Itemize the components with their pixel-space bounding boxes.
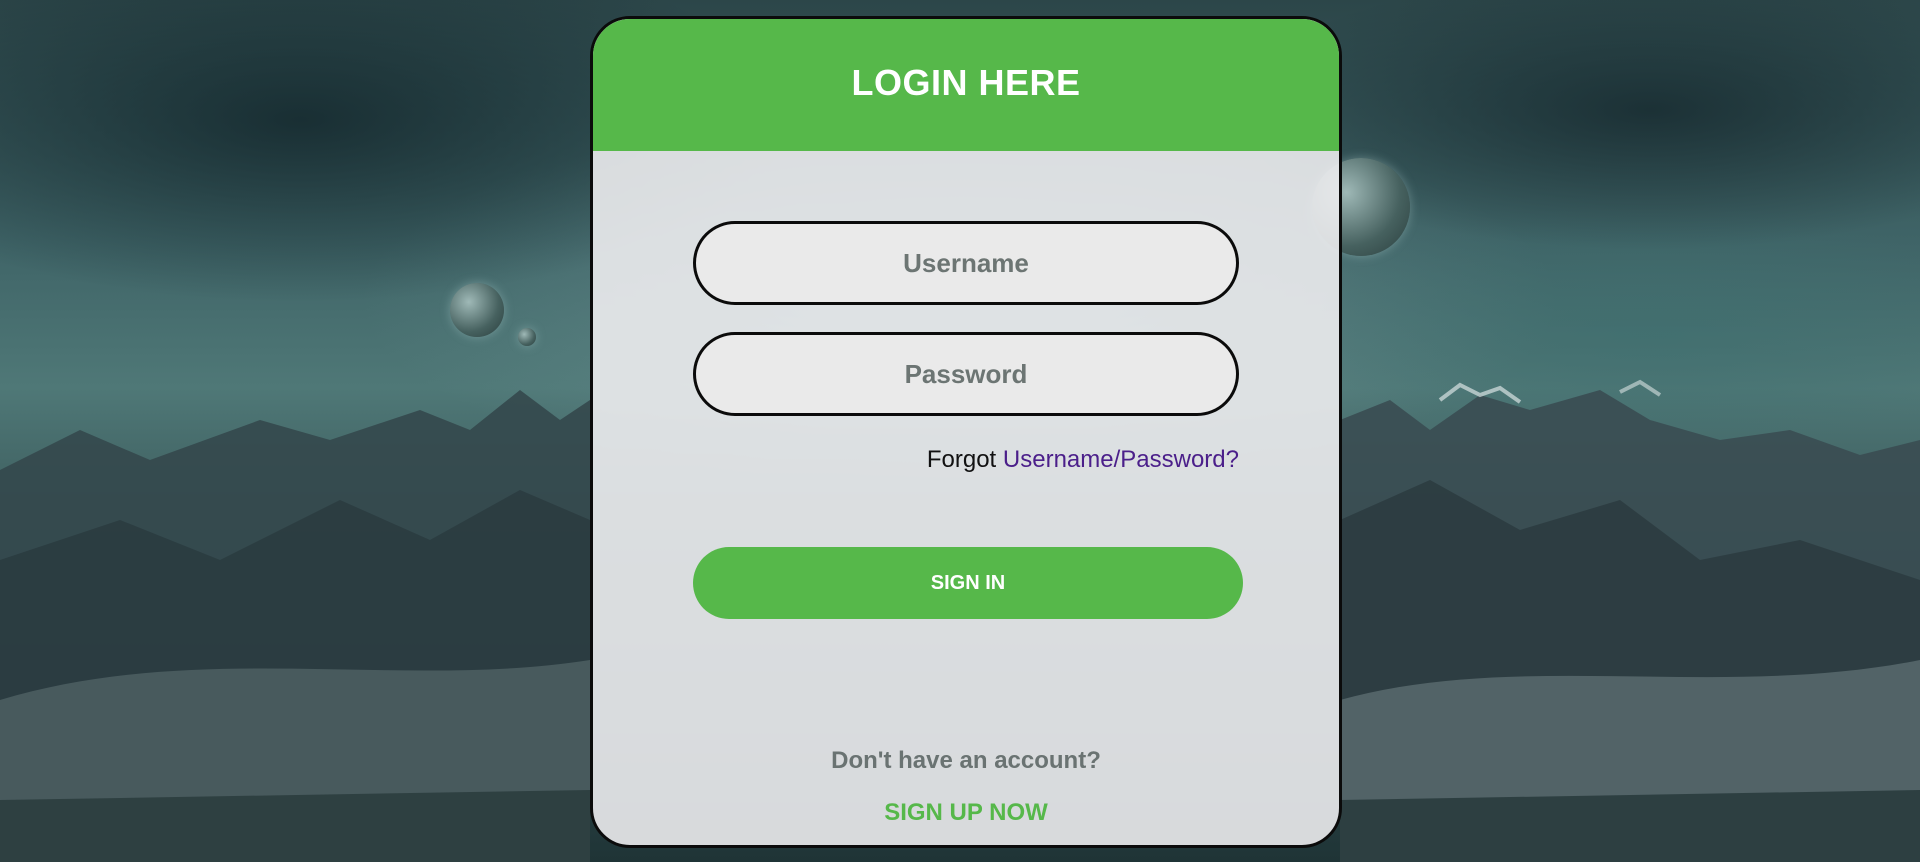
username-input[interactable] [693,221,1239,305]
planet-small-left [450,283,504,337]
planet-tiny-left [518,328,536,346]
background-scene: LOGIN HERE Forgot Username/Password? SIG… [0,0,1920,862]
sign-up-link[interactable]: SIGN UP NOW [884,799,1048,826]
forgot-credentials-link[interactable]: Username/Password? [1003,446,1239,473]
sign-in-button[interactable]: SIGN IN [693,547,1243,619]
login-card: LOGIN HERE Forgot Username/Password? SIG… [590,16,1342,848]
no-account-text: Don't have an account? [831,747,1101,774]
forgot-credentials: Forgot Username/Password? [927,446,1239,474]
password-input[interactable] [693,332,1239,416]
login-form: Forgot Username/Password? SIGN IN Don't … [593,151,1339,845]
login-title: LOGIN HERE [851,62,1081,103]
forgot-prefix: Forgot [926,446,1003,473]
login-header: LOGIN HERE [593,19,1339,151]
signup-container: SIGN UP NOW [593,799,1339,827]
